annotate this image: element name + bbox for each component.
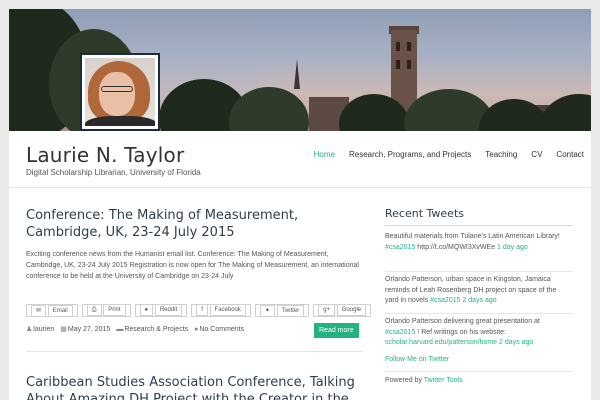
nav-item-home[interactable]: Home (314, 150, 335, 159)
share-google-button[interactable]: g+ Google (313, 304, 372, 317)
calendar-icon: ▦ (60, 326, 67, 333)
folder-icon: ▬ (116, 325, 124, 333)
tweet-divider (385, 271, 573, 272)
nav-item-contact[interactable]: Contact (556, 150, 584, 159)
share-facebook-button[interactable]: f Facebook (191, 304, 251, 317)
share-print-button[interactable]: ⎙ Print (81, 304, 131, 317)
facebook-icon: f (196, 304, 208, 316)
tweet-item: Orlando Patterson delivering great prese… (385, 318, 540, 346)
tweet-divider (385, 371, 573, 372)
sidebar-widget-title: Recent Tweets (385, 207, 464, 220)
share-buttons: ✉ Email ⎙ Print ● Reddit f Facebook ✦ Tw… (26, 304, 372, 317)
follow-twitter-link[interactable]: Follow Me on Twitter (385, 356, 449, 363)
share-twitter-button[interactable]: ✦ Twitter (254, 304, 310, 317)
hashtag-link[interactable]: #csa2015 (385, 329, 415, 336)
site-description: Digital Scholarship Librarian, Universit… (26, 168, 201, 177)
post-divider (26, 351, 363, 352)
hashtag-link[interactable]: #csa2015 (385, 244, 415, 251)
header-banner (9, 9, 591, 131)
tweet-item: Beautiful materials from Tulane's Latin … (385, 233, 560, 251)
post-meta: ♟laurien ▦May 27, 2015 ▬Research & Proje… (26, 325, 244, 334)
hashtag-link[interactable]: #csa2015 (430, 297, 460, 304)
sidebar-title-divider (385, 225, 573, 226)
powered-by: Powered by Twitter Tools (385, 377, 463, 384)
share-email-button[interactable]: ✉ Email (26, 304, 78, 317)
banner-spire (294, 59, 300, 89)
nav-item-cv[interactable]: CV (531, 150, 542, 159)
user-icon: ♟ (26, 326, 33, 333)
reddit-icon: ● (139, 304, 154, 316)
site-title[interactable]: Laurie N. Taylor (26, 143, 184, 167)
page: Laurie N. Taylor Digital Scholarship Lib… (9, 9, 591, 400)
tweet-divider (385, 313, 573, 314)
read-more-button[interactable]: Read more (314, 323, 359, 338)
post-date[interactable]: ▦May 27, 2015 (60, 325, 110, 333)
post-title[interactable]: Conference: The Making of Measurement, C… (26, 207, 356, 241)
avatar-photo (85, 58, 155, 126)
twitter-tools-link[interactable]: Twitter Tools (424, 377, 463, 384)
nav-item-teaching[interactable]: Teaching (485, 150, 517, 159)
post-author[interactable]: ♟laurien (26, 325, 54, 333)
main-nav: Home Research, Programs, and Projects Te… (314, 150, 584, 159)
tweet-url-link[interactable]: scholar.harvard.edu/patterson/home (385, 339, 497, 346)
tweet-item: Orlando Patterson, urban space in Kingst… (385, 276, 557, 304)
post-excerpt: Exciting conference news from the Humani… (26, 251, 359, 280)
email-icon: ✉ (31, 305, 47, 317)
avatar (80, 53, 160, 131)
tweet-time-link[interactable]: 2 days ago (499, 339, 533, 346)
header-divider (9, 187, 591, 188)
print-icon: ⎙ (86, 304, 102, 316)
post-comments[interactable]: ●No Comments (194, 326, 244, 333)
comment-icon: ● (194, 325, 199, 333)
google-plus-icon: g+ (318, 304, 336, 316)
nav-item-research[interactable]: Research, Programs, and Projects (349, 150, 471, 159)
post-title[interactable]: Caribbean Studies Association Conference… (26, 374, 366, 400)
twitter-icon: ✦ (259, 305, 275, 317)
post-category[interactable]: ▬Research & Projects (116, 326, 188, 333)
share-reddit-button[interactable]: ● Reddit (134, 304, 188, 317)
tweet-time-link[interactable]: 2 days ago (462, 297, 496, 304)
tweet-time-link[interactable]: 1 day ago (497, 244, 528, 251)
